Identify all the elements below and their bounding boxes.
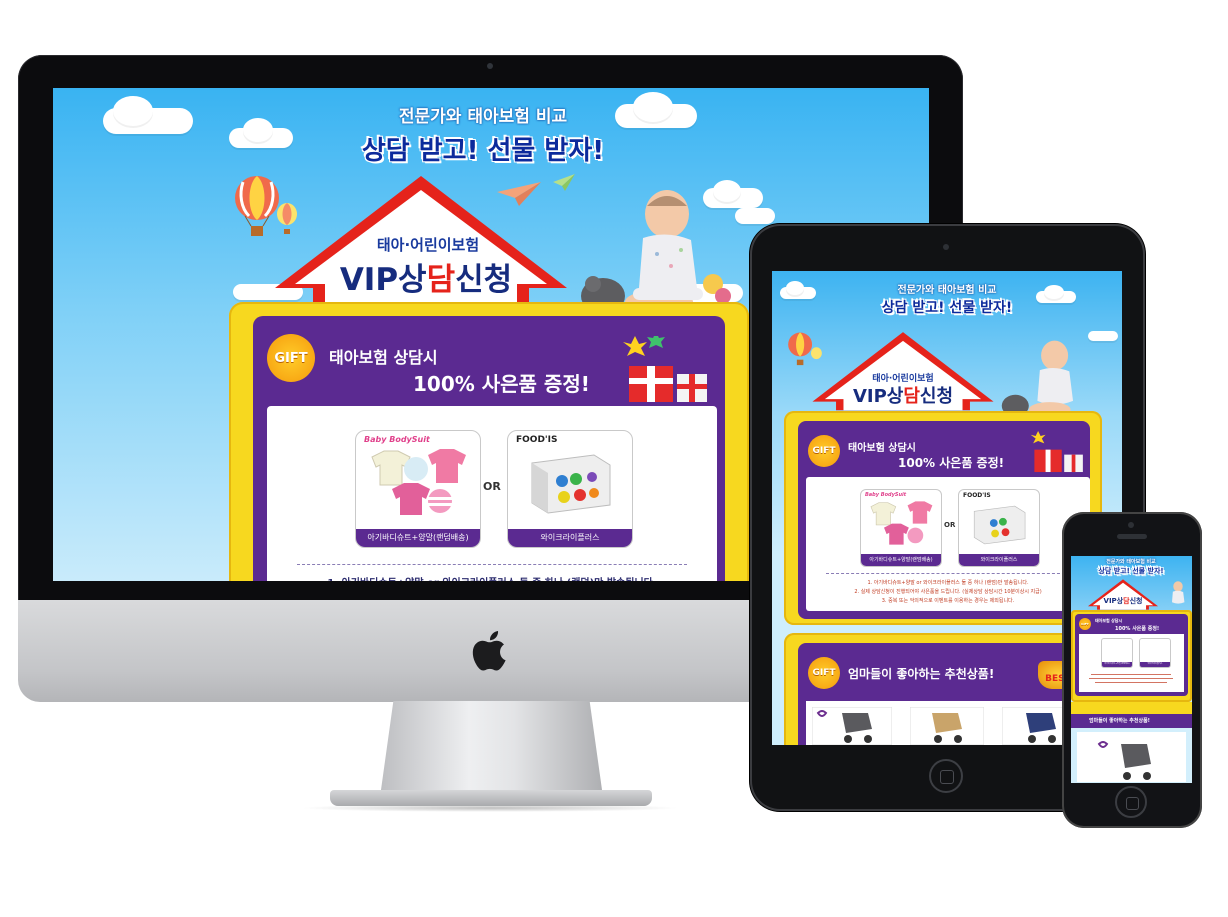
product-card-bodysuit[interactable]: 아기바디슈트+양말(랜덤배송) bbox=[1101, 638, 1133, 668]
product-card-bodysuit[interactable]: Baby BodySuit 아기바디슈트+양말(랜덤배송) bbox=[355, 430, 481, 548]
whycry-product-image bbox=[531, 454, 611, 514]
best-title: 엄마들이 좋아하는 추천상품! bbox=[848, 667, 995, 681]
whycry-product-image bbox=[973, 505, 1026, 545]
house-label-suffix: 신청 bbox=[1129, 597, 1143, 605]
gift-title-line2: 100% 사은품 증정! bbox=[413, 372, 590, 396]
product-caption: 와이크라이플러스 bbox=[508, 529, 632, 547]
baby-photo bbox=[1172, 581, 1185, 604]
product-brand: FOOD'IS bbox=[516, 435, 558, 445]
ipad-camera bbox=[943, 244, 949, 250]
cloud bbox=[113, 96, 153, 126]
gift-title-line1: 태아보험 상담시 bbox=[329, 348, 438, 367]
cloud bbox=[243, 118, 273, 142]
product-card-whycry[interactable]: 와이크라이플러스 bbox=[1139, 638, 1171, 668]
bodysuit-product-image bbox=[870, 501, 933, 545]
gift-boxes-icon bbox=[1030, 431, 1083, 473]
iphone-screen: 전문가와 태아보험 비교 상담 받고! 선물 받자! VIP상담신청 GIFT … bbox=[1071, 556, 1192, 783]
house-label-big: VIP상담신청 bbox=[321, 254, 531, 299]
stroller-product-image bbox=[812, 707, 892, 745]
gift-title-line2: 100% 사은품 증정! bbox=[1115, 626, 1160, 632]
note-lines-placeholder bbox=[1089, 678, 1173, 679]
gift-badge-icon: GIFT bbox=[808, 657, 840, 689]
house-label-big: VIP상담신청 bbox=[838, 382, 968, 408]
gift-note: 1. 아기바디슈트+양말 or 와이크라이플러스 둘 중 하나 (랜덤)만 발송… bbox=[867, 580, 1029, 586]
cloud bbox=[735, 208, 775, 224]
house-label-accent: 담 bbox=[903, 386, 920, 407]
gift-badge-icon: GIFT bbox=[267, 334, 315, 382]
gift-note: 1. 아기바디슈트+양말 or 와이크라이플러스 둘 중 하나 (랜덤)만 발송… bbox=[267, 574, 717, 581]
note-lines-placeholder bbox=[1091, 674, 1171, 675]
gift-badge-icon: GIFT bbox=[808, 435, 840, 467]
apple-logo-icon bbox=[472, 631, 506, 671]
house-label-accent: 담 bbox=[426, 262, 456, 298]
stroller-product-image bbox=[1097, 741, 1151, 780]
gift-note: 3. 중복 또는 악의적으로 이벤트를 이용하는 경우는 제외됩니다. bbox=[881, 598, 1015, 604]
house-label-prefix: VIP상 bbox=[852, 386, 904, 407]
gift-title-line1: 태아보험 상담시 bbox=[1095, 618, 1123, 623]
stroller-product-image bbox=[910, 707, 984, 745]
product-brand: Baby BodySuit bbox=[364, 435, 430, 444]
house-label-suffix: 신청 bbox=[455, 262, 513, 298]
product-caption: 아기바디슈트+양말(랜덤배송) bbox=[1102, 662, 1132, 667]
imac-stand-foot bbox=[330, 790, 652, 806]
imac-stand-neck bbox=[380, 701, 603, 797]
best-title: 엄마들이 좋아하는 추천상품! bbox=[1089, 718, 1150, 724]
ipad-home-button bbox=[929, 759, 963, 793]
house-label-suffix: 신청 bbox=[919, 386, 954, 407]
headline-subtitle: 전문가와 태아보험 비교 bbox=[398, 107, 568, 127]
headline-subtitle: 전문가와 태아보험 비교 bbox=[897, 285, 997, 296]
product-caption: 와이크라이플러스 bbox=[1140, 662, 1170, 667]
iphone-speaker bbox=[1117, 534, 1147, 539]
product-caption: 아기바디슈트+양말(랜덤배송) bbox=[861, 554, 941, 566]
house-label-prefix: VIP상 bbox=[339, 262, 427, 298]
gift-boxes-icon bbox=[623, 336, 707, 402]
gift-products-area bbox=[267, 406, 717, 581]
headline-subtitle: 전문가와 태아보험 비교 bbox=[1106, 559, 1156, 565]
cloud bbox=[633, 92, 673, 122]
gift-badge-icon: GIFT bbox=[1079, 618, 1091, 630]
product-card-whycry[interactable]: FOOD'IS 와이크라이플러스 bbox=[507, 430, 633, 548]
bodysuit-product-image bbox=[371, 449, 466, 515]
dashed-divider bbox=[297, 564, 687, 565]
or-label: OR bbox=[483, 480, 501, 493]
product-brand: Baby BodySuit bbox=[865, 492, 907, 498]
house-label-big: VIP상담신청 bbox=[1095, 596, 1151, 606]
headline-title: 상담 받고! 선물 받자! bbox=[361, 136, 605, 166]
headline-title: 상담 받고! 선물 받자! bbox=[881, 300, 1013, 316]
house-label-small: 태아·어린이보험 bbox=[376, 236, 480, 254]
gift-title-line1: 태아보험 상담시 bbox=[848, 443, 916, 454]
imac-camera bbox=[487, 63, 493, 69]
product-caption: 와이크라이플러스 bbox=[959, 554, 1039, 566]
gift-title-line2: 100% 사은품 증정! bbox=[898, 456, 1005, 470]
iphone-home-button bbox=[1115, 786, 1147, 818]
headline-title: 상담 받고! 선물 받자! bbox=[1098, 567, 1164, 575]
yellow-band bbox=[1071, 702, 1192, 714]
product-card-whycry[interactable]: FOOD'IS 와이크라이플러스 bbox=[958, 489, 1040, 567]
note-lines-placeholder bbox=[1095, 682, 1167, 683]
product-caption: 아기바디슈트+양말(랜덤배송) bbox=[356, 529, 480, 547]
dashed-divider bbox=[826, 573, 1070, 574]
house-label-prefix: VIP상 bbox=[1103, 597, 1124, 605]
iphone-camera bbox=[1128, 522, 1134, 528]
product-card-bodysuit[interactable]: Baby BodySuit 아기바디슈트+양말(랜덤배송) bbox=[860, 489, 942, 567]
cloud bbox=[786, 281, 804, 295]
gift-note: 2. 실제 상담신청이 진행되어야 사은품을 드립니다. (실제상담 상담시간 … bbox=[854, 589, 1042, 595]
or-label: OR bbox=[944, 521, 956, 529]
product-brand: FOOD'IS bbox=[963, 492, 991, 499]
